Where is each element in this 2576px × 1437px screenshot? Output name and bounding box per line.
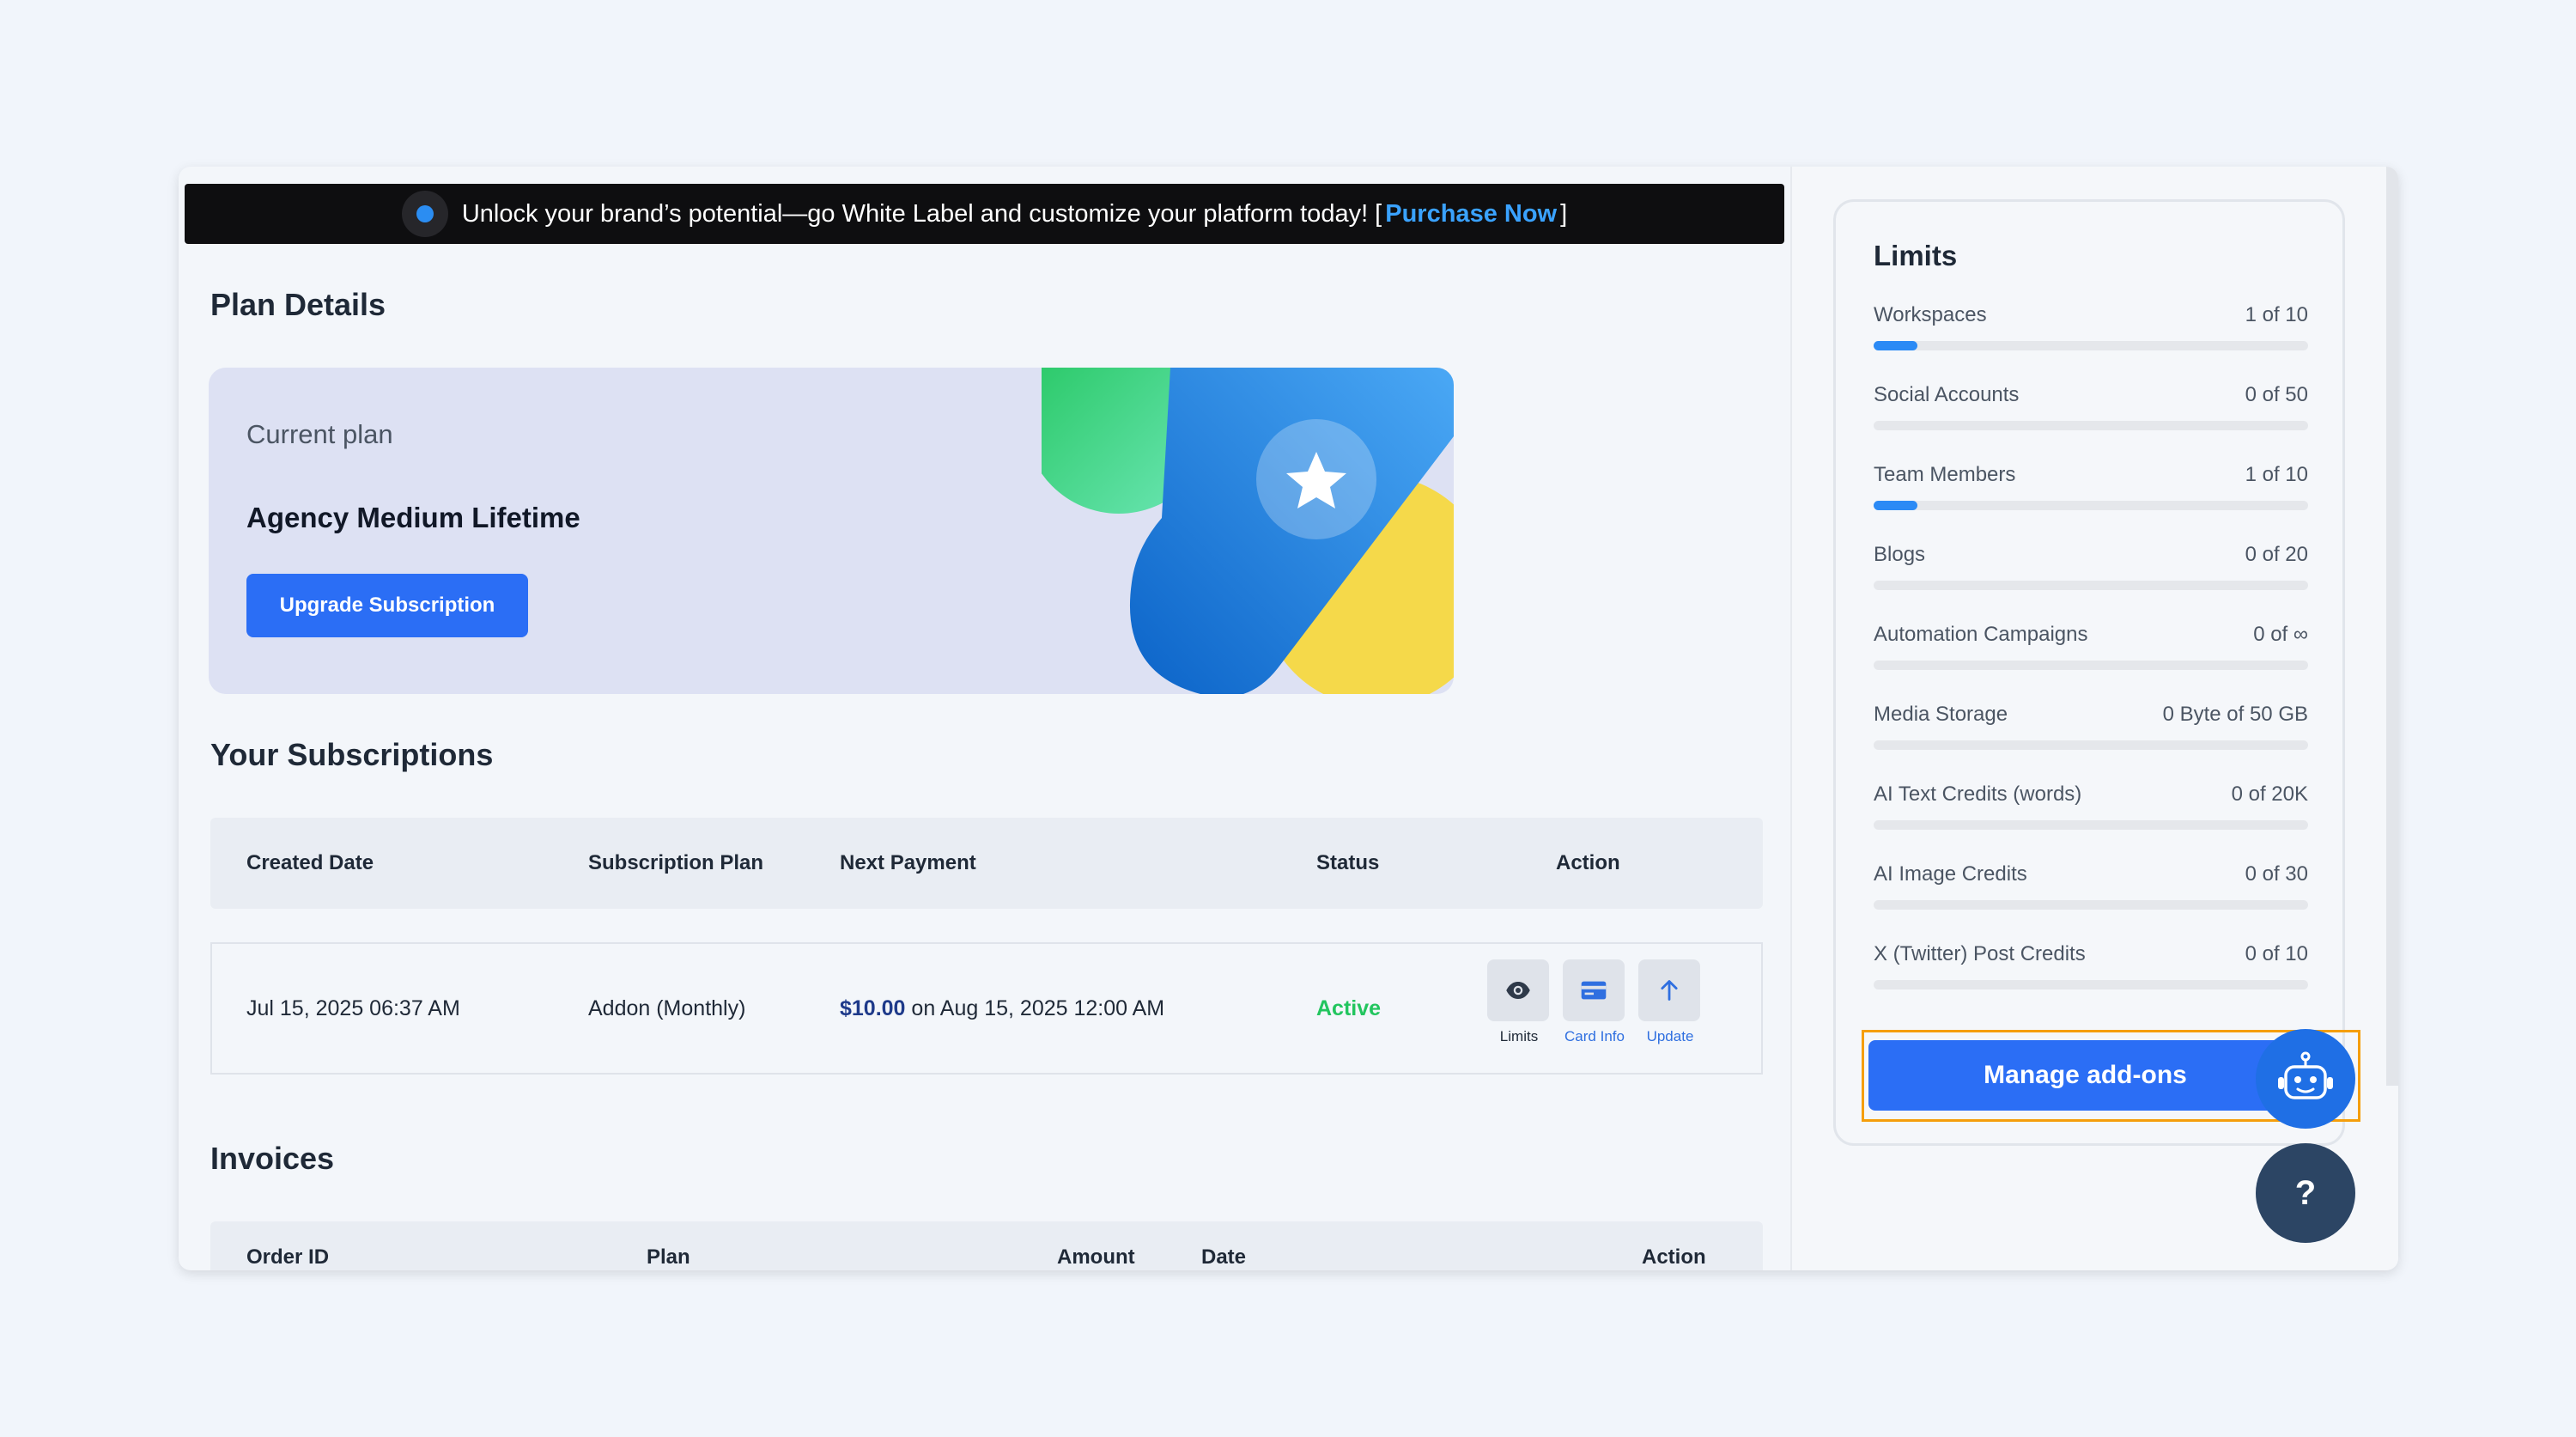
- limit-value: 0 of 20: [2245, 543, 2308, 566]
- manage-addons-button[interactable]: Manage add-ons: [1868, 1040, 2302, 1111]
- upgrade-subscription-button[interactable]: Upgrade Subscription: [246, 574, 528, 637]
- created-date-cell: Jul 15, 2025 06:37 AM: [246, 996, 460, 1020]
- col-created-date: Created Date: [246, 851, 374, 874]
- plan-name: Agency Medium Lifetime: [246, 502, 580, 533]
- next-payment-cell: $10.00 on Aug 15, 2025 12:00 AM: [840, 944, 1164, 1073]
- payment-amount: $10.00: [840, 996, 906, 1020]
- limit-name: Social Accounts: [1874, 383, 2020, 406]
- limit-value: 0 of 20K: [2231, 782, 2308, 806]
- col-amount: Amount: [1057, 1245, 1135, 1269]
- invoices-table-header: Order ID Plan Amount Date Action: [210, 1221, 1763, 1270]
- chatbot-button[interactable]: [2256, 1029, 2355, 1129]
- col-subscription-plan: Subscription Plan: [588, 851, 764, 874]
- status-badge: Active: [1316, 996, 1382, 1020]
- limit-progress-bar: [1874, 820, 2308, 830]
- limit-progress-bar: [1874, 740, 2308, 750]
- banner-bracket: ]: [1560, 199, 1568, 228]
- limits-title: Limits: [1874, 240, 1958, 271]
- update-action-label: Update: [1646, 1028, 1694, 1044]
- limit-progress-bar: [1874, 581, 2308, 590]
- limit-name: Workspaces: [1874, 303, 1987, 326]
- limit-name: Automation Campaigns: [1874, 623, 2088, 646]
- table-row: Jul 15, 2025 06:37 AM Addon (Monthly) $1…: [210, 942, 1763, 1075]
- eye-icon: [1506, 982, 1530, 999]
- limit-progress-fill: [1874, 501, 1917, 510]
- col-date: Date: [1201, 1245, 1247, 1269]
- limit-value: 0 Byte of 50 GB: [2162, 703, 2308, 726]
- limit-progress-bar: [1874, 421, 2308, 430]
- current-plan-label: Current plan: [246, 419, 393, 449]
- limit-value: 1 of 10: [2245, 463, 2308, 486]
- limit-value: 1 of 10: [2245, 303, 2308, 326]
- arrow-up-icon: [1661, 980, 1678, 1001]
- limit-value: 0 of 30: [2245, 862, 2308, 886]
- sidebar-scrollbar[interactable]: [2386, 167, 2398, 1086]
- banner-text: Unlock your brand’s potential—go White L…: [461, 199, 1382, 228]
- limit-progress-bar: [1874, 980, 2308, 989]
- limits-card: Limits Workspaces 1 of 10 Social Account…: [1833, 199, 2345, 1146]
- plan-cell: Addon (Monthly): [588, 996, 746, 1020]
- current-plan-card: Current plan Agency Medium Lifetime Upgr…: [209, 368, 1454, 694]
- limit-name: Media Storage: [1874, 703, 2008, 726]
- limit-name: AI Text Credits (words): [1874, 782, 2082, 806]
- limits-action-button[interactable]: Limits: [1487, 959, 1551, 1045]
- limit-name: Blogs: [1874, 543, 1926, 566]
- limit-value: 0 of 50: [2245, 383, 2308, 406]
- help-button[interactable]: ?: [2256, 1143, 2355, 1243]
- white-label-banner: Unlock your brand’s potential—go White L…: [185, 184, 1784, 244]
- card-info-action-button[interactable]: Card Info: [1563, 959, 1626, 1045]
- limit-name: Team Members: [1874, 463, 2016, 486]
- limit-name: AI Image Credits: [1874, 862, 2027, 886]
- subscriptions-title: Your Subscriptions: [210, 737, 494, 772]
- limit-value: 0 of ∞: [2253, 623, 2308, 646]
- payment-date: on Aug 15, 2025 12:00 AM: [911, 996, 1165, 1020]
- update-action-button[interactable]: Update: [1638, 959, 1702, 1045]
- card-icon: [1581, 981, 1607, 1000]
- subscriptions-table-header: Created Date Subscription Plan Next Paym…: [210, 818, 1763, 909]
- col-invoice-action: Action: [1642, 1245, 1706, 1269]
- limit-progress-bar: [1874, 341, 2308, 350]
- purchase-now-link[interactable]: Purchase Now: [1385, 200, 1557, 228]
- limit-value: 0 of 10: [2245, 942, 2308, 965]
- col-status: Status: [1316, 851, 1380, 874]
- limit-name: X (Twitter) Post Credits: [1874, 942, 2086, 965]
- plan-illustration: [1042, 368, 1454, 694]
- limit-progress-bar: [1874, 900, 2308, 910]
- col-next-payment: Next Payment: [840, 851, 976, 874]
- robot-icon: [2278, 1051, 2333, 1099]
- invoices-title: Invoices: [210, 1141, 335, 1176]
- limit-progress-fill: [1874, 341, 1917, 350]
- banner-dot-icon: [401, 191, 448, 237]
- limit-progress-bar: [1874, 661, 2308, 670]
- plan-details-title: Plan Details: [210, 287, 386, 322]
- col-action: Action: [1556, 851, 1620, 874]
- col-plan: Plan: [647, 1245, 690, 1269]
- col-order-id: Order ID: [246, 1245, 330, 1269]
- limit-progress-bar: [1874, 501, 2308, 510]
- main-content: Unlock your brand’s potential—go White L…: [179, 167, 1790, 1270]
